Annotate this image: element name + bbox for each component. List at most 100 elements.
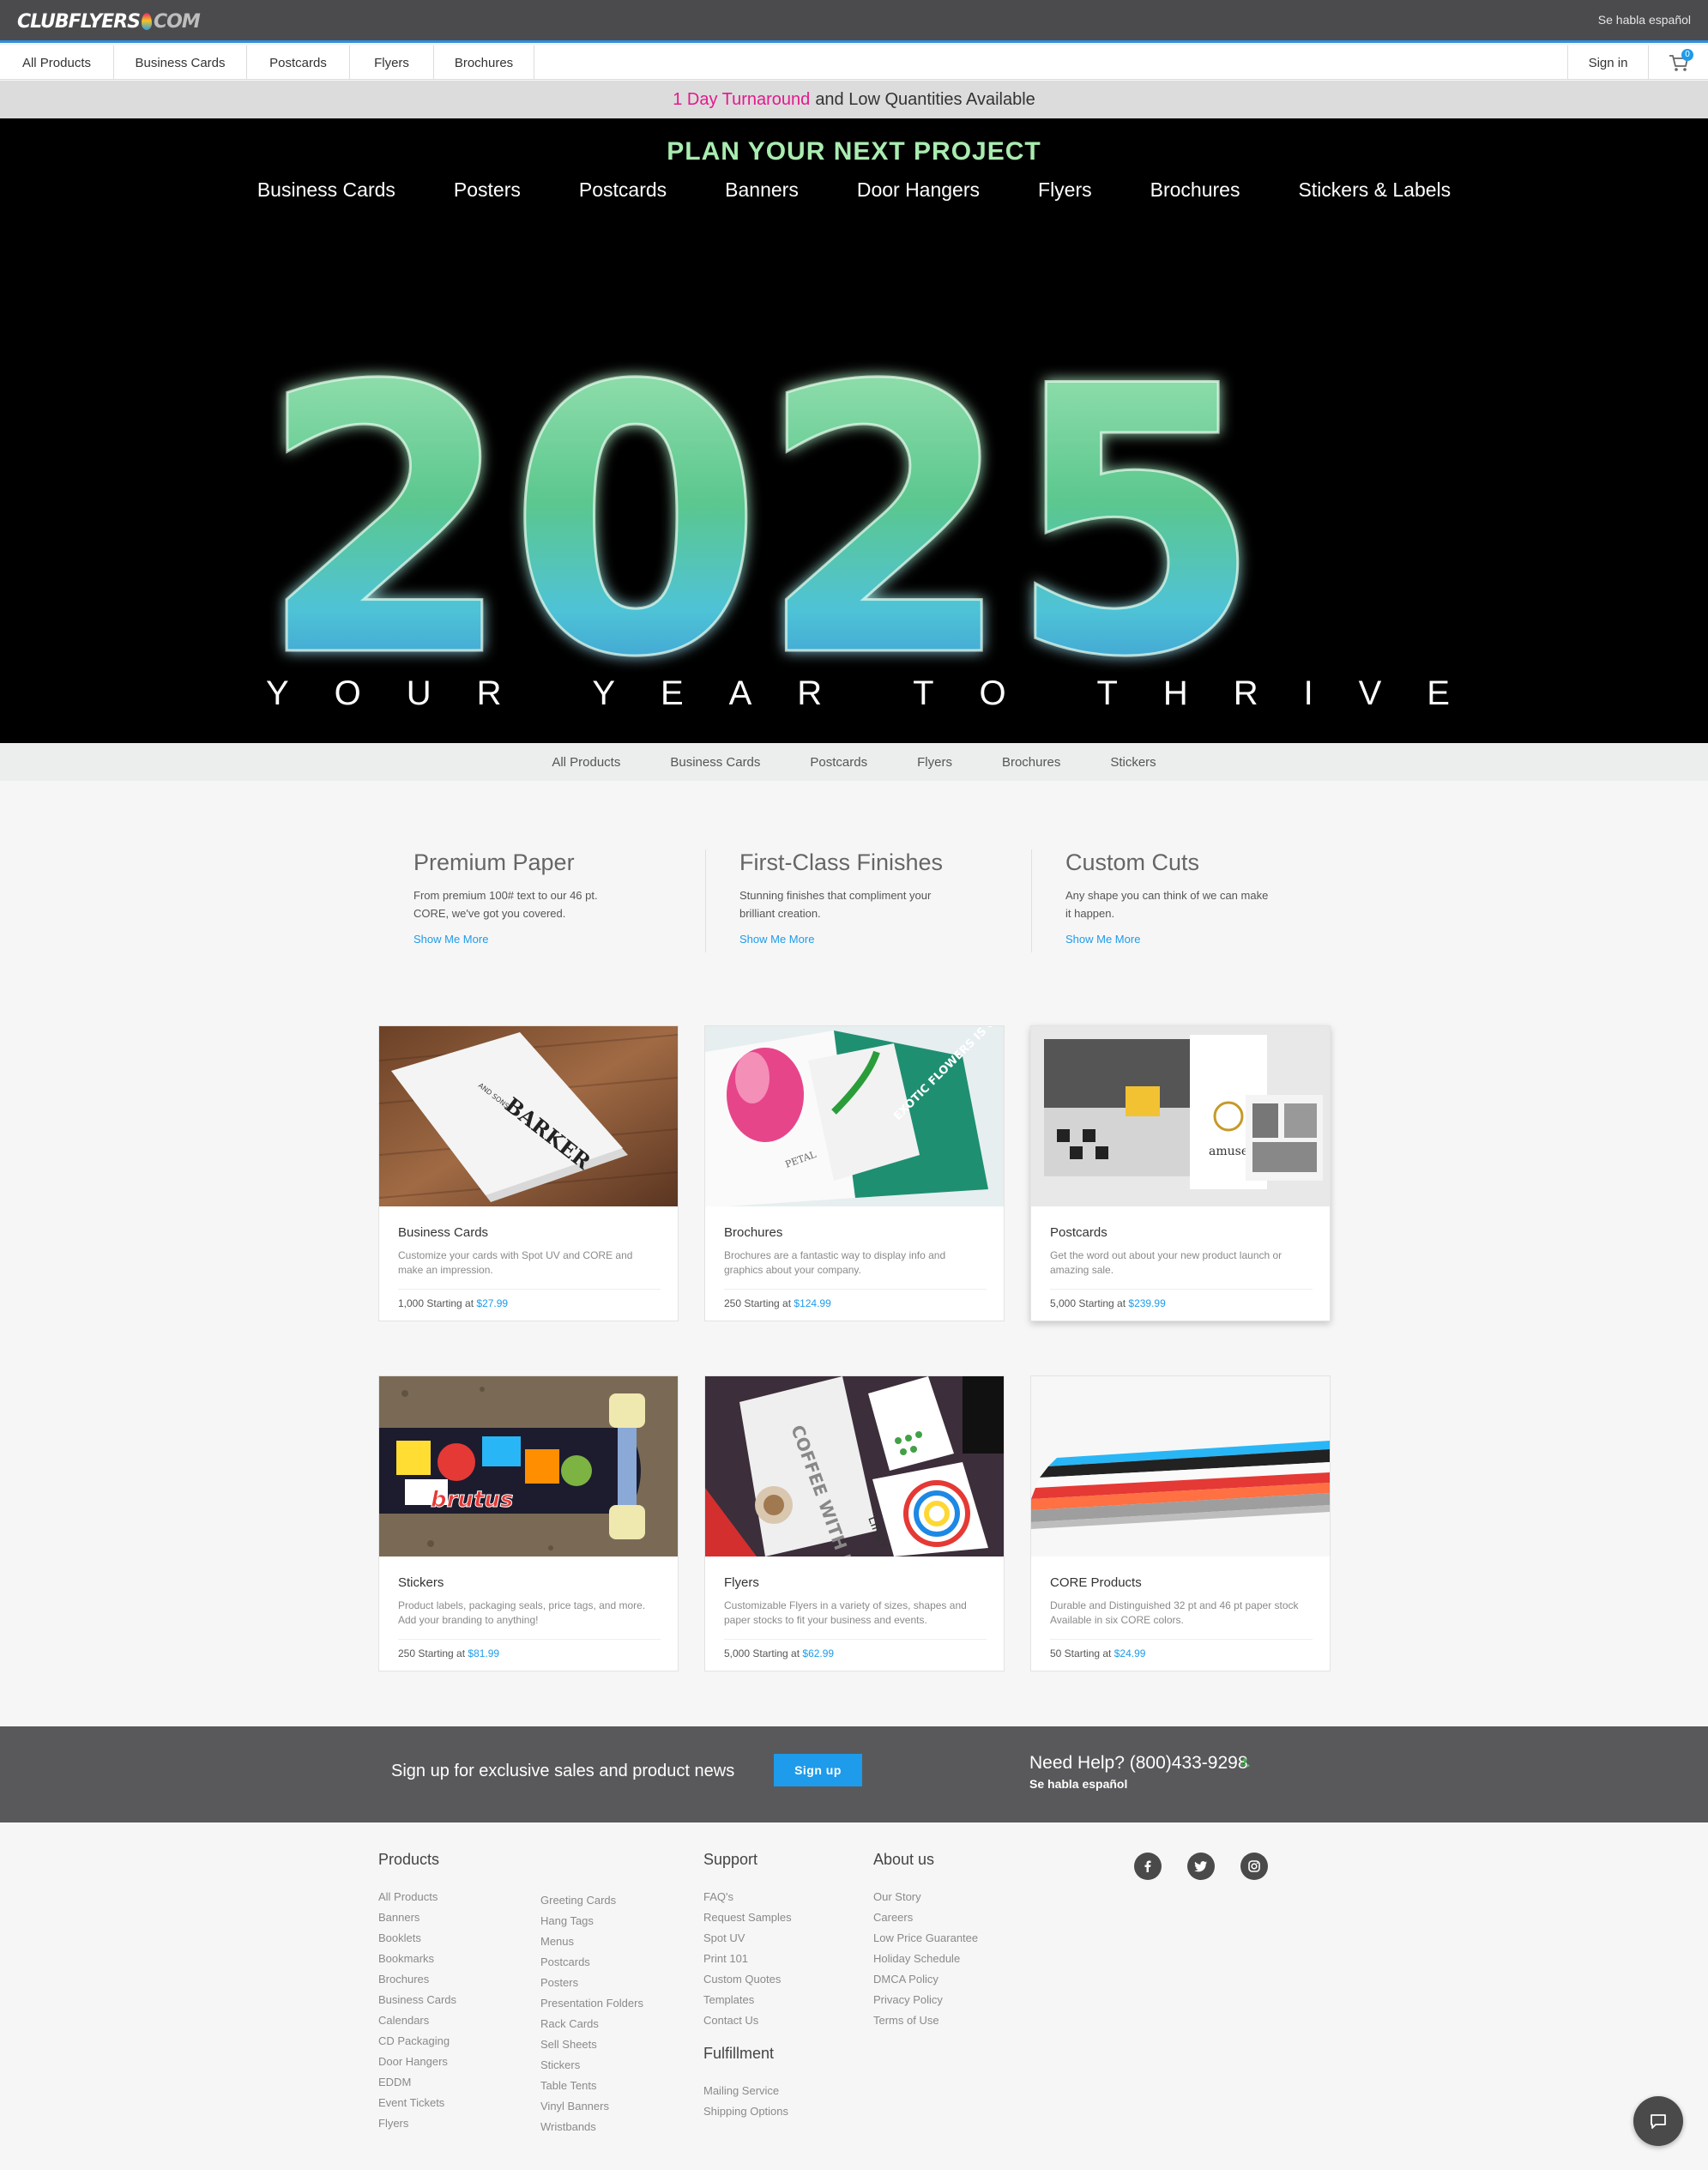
nav-brochures[interactable]: Brochures [434,45,534,80]
hero-link-stickers-labels[interactable]: Stickers & Labels [1298,178,1451,202]
feature-show-more-link[interactable]: Show Me More [739,933,1031,946]
footer-link[interactable]: Sell Sheets [540,2034,643,2055]
footer-link[interactable]: Contact Us [703,2010,792,2031]
product-name: CORE Products [1050,1575,1142,1590]
card-body: Brochures Brochures are a fantastic way … [724,1225,987,1283]
footer-link[interactable]: EDDM [378,2072,456,2093]
hero-link-posters[interactable]: Posters [454,178,521,202]
footer-link[interactable]: FAQ's [703,1887,792,1907]
feature-section: Premium Paper From premium 100# text to … [380,849,1324,952]
footer-link[interactable]: Custom Quotes [703,1969,792,1990]
footer-products-column: Products All Products Banners Booklets B… [378,1851,456,2134]
footer-link[interactable]: Posters [540,1973,643,1993]
price-amount: $124.99 [794,1297,831,1309]
product-photo: COFFEE WITH FRIENDS LINKY [705,1376,1004,1556]
footer-link[interactable]: Flyers [378,2113,456,2134]
card-body: CORE Products Durable and Distinguished … [1050,1575,1313,1633]
footer-link[interactable]: Holiday Schedule [873,1949,978,1969]
spanish-link[interactable]: Se habla español [1598,13,1691,27]
hero-link-postcards[interactable]: Postcards [579,178,667,202]
site-logo[interactable]: CLUBFLYERS COM [17,10,201,33]
footer-link[interactable]: Bookmarks [378,1949,456,1969]
card-body: Business Cards Customize your cards with… [398,1225,661,1283]
product-desc: Customize your cards with Spot UV and CO… [398,1249,633,1276]
product-card-postcards[interactable]: amuse Postcards Get the word out about y… [1030,1025,1331,1321]
feature-text: Stunning finishes that compliment your b… [739,889,932,920]
twitter-icon[interactable] [1187,1853,1215,1880]
footer-link[interactable]: Privacy Policy [873,1990,978,2010]
subnav-postcards[interactable]: Postcards [810,755,867,770]
hero-title: PLAN YOUR NEXT PROJECT [667,137,1041,166]
footer-link[interactable]: Shipping Options [703,2101,792,2122]
footer-link[interactable]: Menus [540,1931,643,1952]
footer-link[interactable]: Presentation Folders [540,1993,643,2014]
footer-link[interactable]: Spot UV [703,1928,792,1949]
feature-premium-paper: Premium Paper From premium 100# text to … [380,849,706,952]
footer-link[interactable]: Postcards [540,1952,643,1973]
product-desc: Product labels, packaging seals, price t… [398,1599,646,1626]
subnav-brochures[interactable]: Brochures [1002,755,1060,770]
hero-link-flyers[interactable]: Flyers [1038,178,1092,202]
footer-link[interactable]: Calendars [378,2010,456,2031]
newsletter-signup-button[interactable]: Sign up [774,1754,862,1786]
hero-link-business-cards[interactable]: Business Cards [257,178,395,202]
footer-link[interactable]: Our Story [873,1887,978,1907]
nav-all-products[interactable]: All Products [0,45,114,80]
product-card-brochures[interactable]: EXOTIC FLOWERS IS OUR BUSINESS PETAL Bro… [704,1025,1005,1321]
footer-link[interactable]: Brochures [378,1969,456,1990]
feature-show-more-link[interactable]: Show Me More [1065,933,1358,946]
sign-in-link[interactable]: Sign in [1567,45,1649,80]
footer-link[interactable]: Door Hangers [378,2052,456,2072]
price-amount: $62.99 [802,1647,835,1659]
product-card-business-cards[interactable]: BARKER AND SONS Business Cards Customize… [378,1025,679,1321]
footer-link[interactable]: CD Packaging [378,2031,456,2052]
subnav-flyers[interactable]: Flyers [917,755,952,770]
subnav-all-products[interactable]: All Products [552,755,620,770]
footer-link[interactable]: Business Cards [378,1990,456,2010]
promo-text: and Low Quantities Available [815,89,1035,109]
chat-launcher-button[interactable] [1633,2096,1683,2146]
footer-link[interactable]: Careers [873,1907,978,1928]
footer-link[interactable]: Templates [703,1990,792,2010]
footer-link[interactable]: Event Tickets [378,2093,456,2113]
price-qty: 250 Starting at [724,1297,792,1309]
nav-flyers[interactable]: Flyers [350,45,434,80]
tagline-letter: U [406,674,432,712]
product-price: 50 Starting at $24.99 [1050,1647,1145,1659]
feature-title: Custom Cuts [1065,849,1200,875]
footer-link[interactable]: DMCA Policy [873,1969,978,1990]
product-card-core-products[interactable]: CORE Products Durable and Distinguished … [1030,1375,1331,1671]
feature-show-more-link[interactable]: Show Me More [413,933,705,946]
footer-link[interactable]: Request Samples [703,1907,792,1928]
footer-link[interactable]: Vinyl Banners [540,2096,643,2117]
footer-link[interactable]: Print 101 [703,1949,792,1969]
footer-link[interactable]: Stickers [540,2055,643,2076]
footer-link[interactable]: Mailing Service [703,2081,792,2101]
hero-link-brochures[interactable]: Brochures [1150,178,1240,202]
product-card-stickers[interactable]: brutus Stickers Product labels, packagin… [378,1375,679,1671]
footer-link[interactable]: Banners [378,1907,456,1928]
footer-link[interactable]: Terms of Use [873,2010,978,2031]
footer-link[interactable]: Wristbands [540,2117,643,2137]
help-phone[interactable]: Need Help? (800)433-9298 [1029,1753,1248,1774]
subnav-stickers[interactable]: Stickers [1110,755,1156,770]
photo-brand-text: amuse [1209,1145,1248,1158]
footer-link[interactable]: Low Price Guarantee [873,1928,978,1949]
footer-products-column-2: Greeting Cards Hang Tags Menus Postcards… [540,1890,643,2137]
price-qty: 5,000 Starting at [1050,1297,1126,1309]
footer-link[interactable]: Hang Tags [540,1911,643,1931]
nav-business-cards[interactable]: Business Cards [114,45,247,80]
hero-link-banners[interactable]: Banners [725,178,799,202]
product-card-flyers[interactable]: COFFEE WITH FRIENDS LINKY Flyers Customi… [704,1375,1005,1671]
footer-link[interactable]: All Products [378,1887,456,1907]
hero-link-door-hangers[interactable]: Door Hangers [857,178,980,202]
footer-link[interactable]: Table Tents [540,2076,643,2096]
nav-postcards[interactable]: Postcards [247,45,350,80]
footer-link[interactable]: Rack Cards [540,2014,643,2034]
subnav-business-cards[interactable]: Business Cards [670,755,760,770]
footer-link[interactable]: Booklets [378,1928,456,1949]
instagram-icon[interactable] [1240,1853,1268,1880]
footer-link[interactable]: Greeting Cards [540,1890,643,1911]
product-desc: Get the word out about your new product … [1050,1249,1283,1276]
facebook-icon[interactable] [1134,1853,1162,1880]
